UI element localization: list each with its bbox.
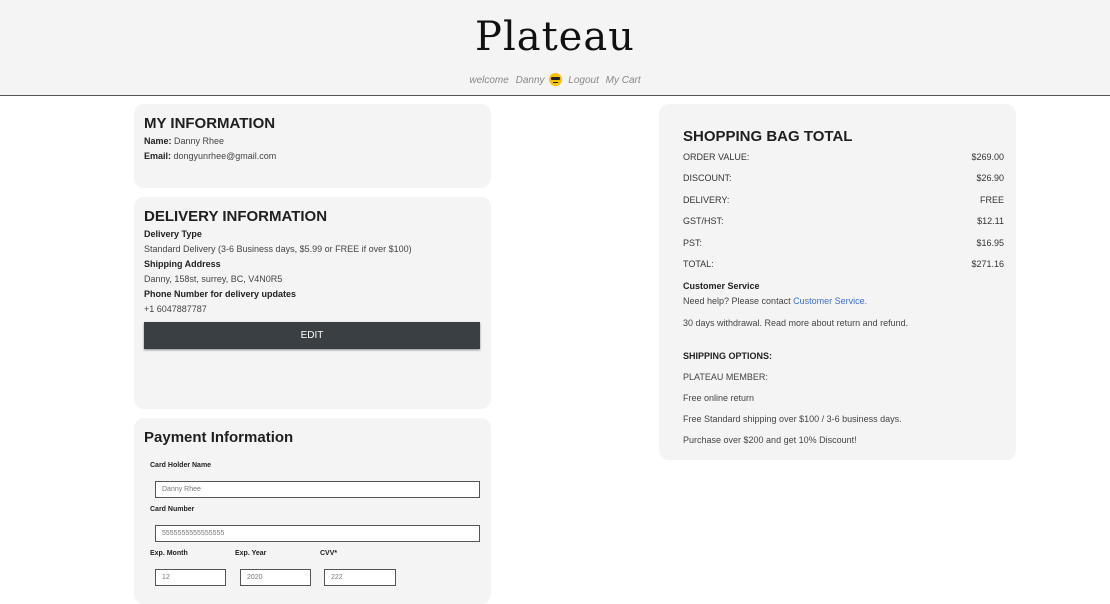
summary-row-pst: PST: $16.95 bbox=[683, 232, 1004, 254]
sunglasses-emoji-icon bbox=[548, 73, 562, 86]
card-holder-label: Card Holder Name bbox=[150, 462, 212, 469]
user-nav: welcome Danny Logout My Cart bbox=[0, 73, 1110, 86]
my-information-card: MY INFORMATION Name: Danny Rhee Email: d… bbox=[134, 104, 491, 188]
customer-service-text: Need help? Please contact bbox=[683, 296, 791, 306]
plateau-member-text: PLATEAU MEMBER: bbox=[683, 372, 768, 382]
exp-month-label: Exp. Month bbox=[150, 550, 188, 557]
card-number-input[interactable]: 5555555555555555 bbox=[155, 525, 480, 542]
exp-year-label: Exp. Year bbox=[235, 550, 267, 557]
summary-row-gst-hst: GST/HST: $12.11 bbox=[683, 211, 1004, 233]
summary-row-total: TOTAL: $271.16 bbox=[683, 254, 1004, 276]
exp-year-input[interactable]: 2020 bbox=[240, 569, 311, 586]
payment-information-card: Payment Information Card Holder Name Dan… bbox=[134, 418, 491, 604]
shipping-option-free-return: Free online return bbox=[683, 393, 755, 403]
summary-value: $12.11 bbox=[977, 216, 1004, 227]
summary-value: $26.90 bbox=[976, 173, 1004, 184]
payment-information-title: Payment Information bbox=[144, 429, 294, 446]
delivery-type-value: Standard Delivery (3-6 Business days, $5… bbox=[144, 244, 412, 254]
shopping-bag-total-title: SHOPPING BAG TOTAL bbox=[683, 128, 853, 145]
shipping-options-title: SHIPPING OPTIONS: bbox=[683, 351, 773, 361]
username: Danny bbox=[515, 75, 545, 86]
email-value: dongyunrhee@gmail.com bbox=[173, 151, 277, 161]
shipping-address-label: Shipping Address bbox=[144, 259, 221, 269]
exp-month-input[interactable]: 12 bbox=[155, 569, 226, 586]
site-logo[interactable]: Plateau bbox=[0, 14, 1110, 60]
shipping-option-free-standard: Free Standard shipping over $100 / 3-6 b… bbox=[683, 414, 902, 424]
name-label: Name: bbox=[144, 136, 172, 146]
card-number-label: Card Number bbox=[150, 506, 195, 513]
delivery-information-card: DELIVERY INFORMATION Delivery Type Stand… bbox=[134, 197, 491, 409]
summary-row-discount: DISCOUNT: $26.90 bbox=[683, 168, 1004, 190]
summary-label: ORDER VALUE: bbox=[683, 151, 750, 162]
summary-row-delivery: DELIVERY: FREE bbox=[683, 189, 1004, 211]
summary-value: $16.95 bbox=[976, 237, 1004, 248]
name-value: Danny Rhee bbox=[174, 136, 225, 146]
logout-link[interactable]: Logout bbox=[568, 75, 599, 86]
summary-label: TOTAL: bbox=[683, 259, 714, 270]
delivery-information-title: DELIVERY INFORMATION bbox=[144, 208, 328, 225]
summary-label: PST: bbox=[683, 237, 703, 248]
summary-label: GST/HST: bbox=[683, 216, 724, 227]
phone-label: Phone Number for delivery updates bbox=[144, 289, 297, 299]
customer-service-link[interactable]: Customer Service. bbox=[793, 296, 867, 306]
edit-delivery-button[interactable]: EDIT bbox=[144, 322, 480, 349]
shipping-address-value: Danny, 158st, surrey, BC, V4N0R5 bbox=[144, 274, 283, 284]
summary-row-order-value: ORDER VALUE: $269.00 bbox=[683, 146, 1004, 168]
summary-label: DISCOUNT: bbox=[683, 173, 732, 184]
email-label: Email: bbox=[144, 151, 172, 161]
my-information-title: MY INFORMATION bbox=[144, 115, 276, 132]
summary-label: DELIVERY: bbox=[683, 194, 730, 205]
summary-value: $269.00 bbox=[971, 151, 1004, 162]
withdrawal-text[interactable]: 30 days withdrawal. Read more about retu… bbox=[683, 316, 1004, 331]
cvv-input[interactable]: 222 bbox=[324, 569, 396, 586]
delivery-type-label: Delivery Type bbox=[144, 229, 202, 239]
summary-value: $271.16 bbox=[971, 259, 1004, 270]
site-header: Plateau welcome Danny Logout My Cart bbox=[0, 0, 1110, 96]
card-holder-input[interactable]: Danny Rhee bbox=[155, 481, 480, 498]
customer-service-title: Customer Service bbox=[683, 281, 760, 291]
summary-value: FREE bbox=[979, 194, 1004, 205]
phone-value: +1 6047887787 bbox=[144, 304, 207, 314]
cvv-label: CVV* bbox=[320, 550, 338, 557]
my-cart-link[interactable]: My Cart bbox=[606, 75, 641, 86]
welcome-text: welcome bbox=[469, 75, 509, 86]
shopping-bag-total-card: SHOPPING BAG TOTAL ORDER VALUE: $269.00 … bbox=[659, 104, 1016, 460]
shipping-option-discount: Purchase over $200 and get 10% Discount! bbox=[683, 435, 857, 445]
